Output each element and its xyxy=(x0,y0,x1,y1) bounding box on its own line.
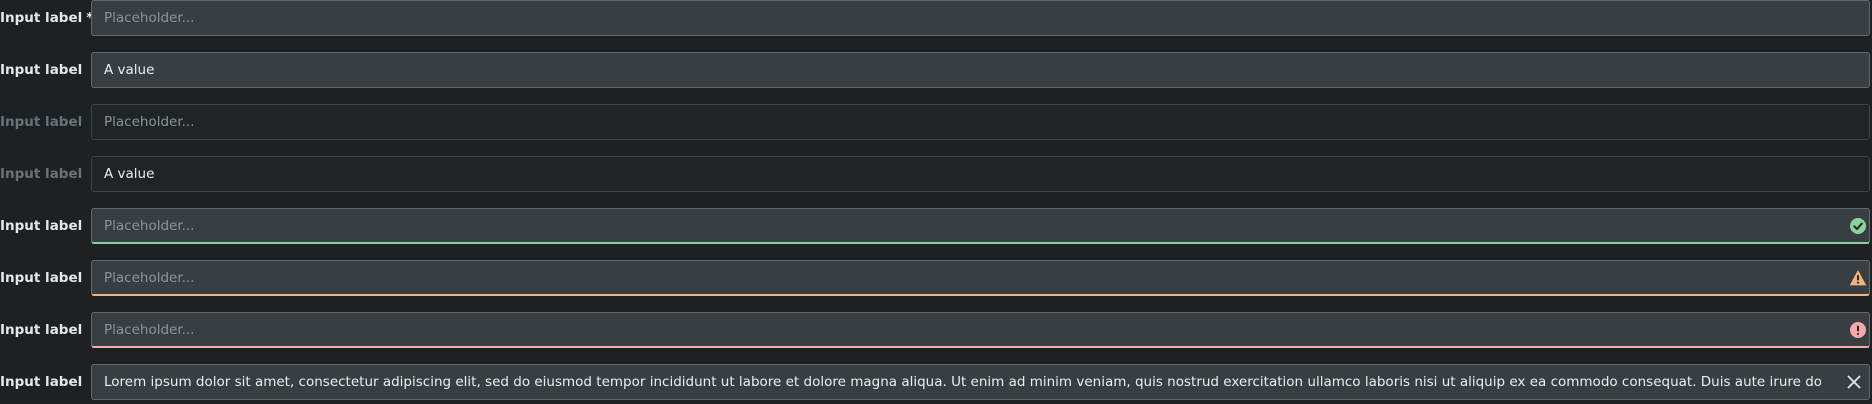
input-label: Input label xyxy=(0,374,83,390)
input-label: Input label xyxy=(0,218,83,234)
check-circle-icon xyxy=(1850,218,1866,234)
form-row-disabled-filled: Input label xyxy=(0,156,1872,192)
warning-triangle-icon xyxy=(1850,270,1866,286)
close-icon xyxy=(1847,375,1861,389)
input-label: Input label xyxy=(0,322,83,338)
disabled-filled-text-input xyxy=(91,156,1870,192)
required-text-input[interactable] xyxy=(91,0,1870,36)
form-row-filled: Input label xyxy=(0,52,1872,88)
form-row-disabled: Input label xyxy=(0,104,1872,140)
warning-text-input[interactable] xyxy=(91,260,1870,296)
input-label: Input label * xyxy=(0,10,94,26)
long-text-input[interactable] xyxy=(91,364,1870,400)
filled-text-input[interactable] xyxy=(91,52,1870,88)
danger-text-input[interactable] xyxy=(91,312,1870,348)
input-label: Input label xyxy=(0,270,83,286)
input-label: Input label xyxy=(0,62,83,78)
disabled-text-input xyxy=(91,104,1870,140)
input-label: Input label xyxy=(0,114,83,130)
form-row-danger: Input label xyxy=(0,312,1872,348)
exclamation-circle-icon xyxy=(1850,322,1866,338)
form-row-warning: Input label xyxy=(0,260,1872,296)
clear-button[interactable] xyxy=(1836,364,1872,400)
success-text-input[interactable] xyxy=(91,208,1870,244)
form-row-success: Input label xyxy=(0,208,1872,244)
input-label: Input label xyxy=(0,166,83,182)
form-row-long-value: Input label xyxy=(0,364,1872,400)
form-row-required: Input label * xyxy=(0,0,1872,36)
